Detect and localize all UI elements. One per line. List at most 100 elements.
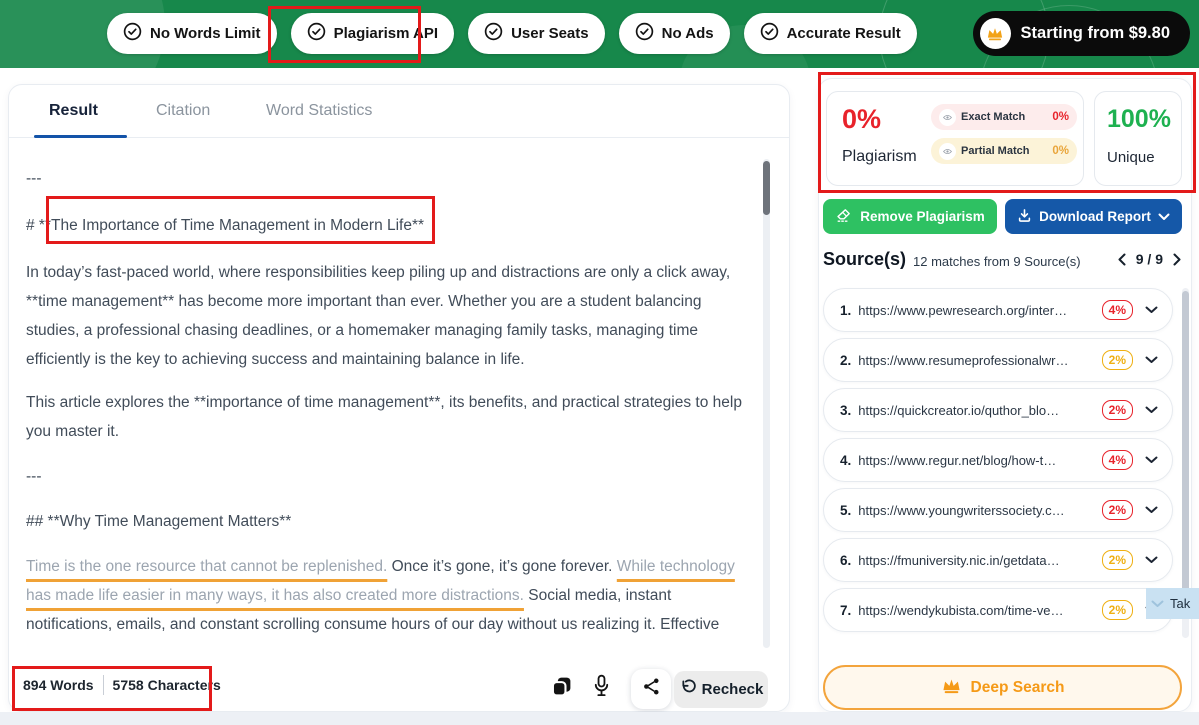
source-row[interactable]: 2. https://www.resumeprofessionalwr… 2% [823,338,1173,382]
sources-list: 1. https://www.pewresearch.org/inter… 4%… [823,288,1173,638]
source-percent-badge: 2% [1101,500,1133,520]
source-number: 1. [840,302,852,318]
source-row[interactable]: 4. https://www.regur.net/blog/how-t… 4% [823,438,1173,482]
remove-plagiarism-button[interactable]: Remove Plagiarism [823,199,997,234]
badge-label: Accurate Result [786,25,901,42]
chevron-left-icon[interactable] [1118,253,1126,266]
sources-subtitle: 12 matches from 9 Source(s) [913,254,1081,269]
badge-no-ads: No Ads [618,13,730,54]
source-row[interactable]: 7. https://wendykubista.com/time-ve… 2% [823,588,1173,632]
source-url: https://wendykubista.com/time-ve… [858,602,1064,618]
badge-label: User Seats [511,25,589,42]
plain-text: Social media, instant [523,587,672,604]
partial-match-pill[interactable]: Partial Match 0% [931,138,1077,164]
plain-text-clipped: notifications, emails, and constant scro… [26,616,720,633]
document-scrollbar-thumb[interactable] [763,161,770,215]
page-background-strip [0,712,1199,725]
recheck-label: Recheck [701,681,764,698]
partial-match-label: Partial Match [961,145,1030,157]
source-row[interactable]: 1. https://www.pewresearch.org/inter… 4% [823,288,1173,332]
active-tab-underline [34,135,127,138]
plagiarism-label: Plagiarism [842,148,917,165]
download-report-button[interactable]: Download Report [1005,199,1182,234]
source-number: 2. [840,352,852,368]
chevron-down-icon[interactable] [1145,406,1158,414]
source-url: https://www.pewresearch.org/inter… [858,302,1068,318]
check-circle-icon [307,22,326,45]
tab-result[interactable]: Result [49,102,98,120]
document-scrollbar-track[interactable] [763,159,770,648]
badge-label: No Ads [661,25,714,42]
badge-label: Plagiarism API [333,25,439,42]
result-panel: Result Citation Word Statistics --- # **… [8,84,790,712]
badge-no-words-limit: No Words Limit [107,13,277,54]
chevron-right-icon[interactable] [1173,253,1181,266]
pagination-text: 9 / 9 [1135,251,1163,267]
recheck-button[interactable]: Recheck [674,671,768,708]
chevron-down-icon [1158,209,1170,224]
partial-match-value: 0% [1052,145,1069,157]
document-heading2: ## **Why Time Management Matters** [26,513,292,530]
chevron-down-icon[interactable] [1145,456,1158,464]
unique-percent: 100% [1107,105,1171,133]
source-row[interactable]: 3. https://quickcreator.io/quthor_blo… 2… [823,388,1173,432]
plagiarism-percent: 0% [842,104,882,134]
document-viewer[interactable]: --- # **The Importance of Time Managemen… [26,151,756,633]
document-paragraph: This article explores the **importance o… [26,394,742,440]
tab-word-statistics[interactable]: Word Statistics [266,102,372,120]
eraser-icon [835,207,852,227]
chevron-down-icon[interactable] [1145,506,1158,514]
badge-accurate-result: Accurate Result [743,13,917,54]
tooltip-text: Tak [1170,596,1191,611]
check-circle-icon [123,22,142,45]
exact-match-label: Exact Match [961,111,1026,123]
plagiarism-report-panel: 0% Plagiarism Exact Match 0% Partial Mat… [818,78,1192,712]
unique-stats-card: 100% Unique [1094,91,1182,186]
markdown-divider: --- [26,170,42,187]
character-count: 5758 Characters [112,677,221,693]
eye-icon [939,142,956,160]
share-button[interactable] [631,669,671,709]
source-row[interactable]: 6. https://fmuniversity.nic.in/getdata… … [823,538,1173,582]
tab-citation[interactable]: Citation [156,102,210,120]
source-url: https://quickcreator.io/quthor_blo… [858,402,1060,418]
deep-search-label: Deep Search [970,678,1065,696]
source-tooltip: Tak [1146,588,1199,619]
chevron-down-icon[interactable] [1145,356,1158,364]
source-url: https://www.regur.net/blog/how-t… [858,452,1057,468]
source-number: 3. [840,402,852,418]
chevron-down-icon[interactable] [1145,556,1158,564]
source-percent-badge: 4% [1101,300,1133,320]
sources-scrollbar-thumb[interactable] [1182,291,1189,606]
exact-match-pill[interactable]: Exact Match 0% [931,104,1077,130]
heading-prefix: # ** [26,217,51,234]
remove-plagiarism-label: Remove Plagiarism [860,209,985,224]
chevron-down-icon[interactable] [1145,306,1158,314]
download-icon [1017,208,1032,226]
source-row[interactable]: 5. https://www.youngwriterssociety.c… 2% [823,488,1173,532]
source-url: https://fmuniversity.nic.in/getdata… [858,552,1060,568]
sources-pagination: 9 / 9 [1118,251,1181,267]
deep-search-button[interactable]: Deep Search [823,665,1182,710]
plagiarism-checker-app: { "header": { "badges": [ { "label": "No… [0,0,1199,725]
source-percent-badge: 2% [1101,600,1133,620]
document-paragraph: Time is the one resource that cannot be … [26,552,756,633]
microphone-icon[interactable] [589,673,613,699]
source-url: https://www.youngwriterssociety.c… [858,502,1065,518]
copy-icon[interactable] [549,673,573,699]
document-paragraph: In today’s fast-paced world, where respo… [26,264,731,368]
tabs-row: Result Citation Word Statistics [9,85,789,138]
badge-user-seats: User Seats [468,13,605,54]
crown-icon [941,677,962,699]
matched-text-highlight[interactable]: Time is the one resource that cannot be … [26,558,387,575]
editor-footer: 894 Words 5758 Characters Recheck [9,665,789,713]
markdown-divider: --- [26,468,42,485]
source-url: https://www.resumeprofessionalwr… [858,352,1069,368]
check-circle-icon [635,22,654,45]
crown-icon [979,18,1011,49]
pricing-button[interactable]: Starting from $9.80 [972,11,1190,56]
word-character-count: 894 Words 5758 Characters [23,675,221,695]
download-report-label: Download Report [1039,209,1151,224]
source-number: 6. [840,552,852,568]
recheck-icon [679,679,696,700]
